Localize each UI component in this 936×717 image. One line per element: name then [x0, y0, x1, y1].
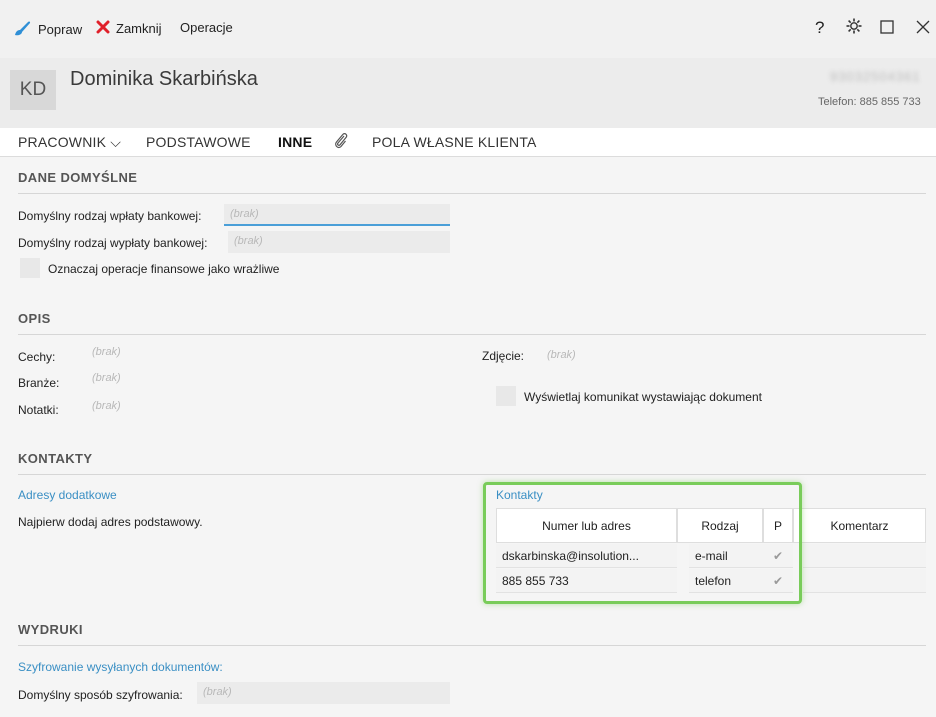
addresses-note: Najpierw dodaj adres podstawowy. — [18, 515, 203, 529]
show-message-label: Wyświetlaj komunikat wystawiając dokumen… — [524, 390, 762, 404]
close-x-icon — [96, 20, 110, 36]
notatki-label: Notatki: — [18, 403, 59, 417]
encryption-field[interactable]: (brak) — [197, 682, 450, 704]
paintbrush-icon — [14, 20, 32, 38]
close-record-button[interactable]: Zamknij — [96, 20, 162, 36]
operations-label: Operacje — [180, 20, 233, 35]
contact-row-comment[interactable] — [803, 569, 926, 593]
settings-gear-icon[interactable] — [846, 18, 862, 34]
operations-menu[interactable]: Operacje — [180, 20, 233, 35]
column-header-comment[interactable]: Komentarz — [793, 508, 926, 543]
maximize-icon[interactable] — [880, 20, 894, 34]
help-icon[interactable]: ? — [815, 18, 824, 38]
section-divider — [18, 193, 926, 194]
branze-label: Branże: — [18, 376, 60, 390]
contacts-highlight-frame — [483, 482, 802, 604]
sensitive-operations-label: Oznaczaj operacje finansowe jako wrażliw… — [48, 262, 280, 276]
toolbar: Popraw Zamknij Operacje ? — [0, 0, 936, 58]
tab-pracownik[interactable]: PRACOWNIK ⌵ — [18, 134, 121, 151]
attachment-paperclip-icon[interactable] — [334, 132, 348, 153]
withdraw-type-label: Domyślny rodzaj wypłaty bankowej: — [18, 236, 208, 250]
deposit-type-field[interactable]: (brak) — [224, 204, 450, 226]
person-name: Dominika Skarbińska — [70, 68, 258, 90]
tab-podstawowe[interactable]: PODSTAWOWE — [146, 134, 251, 150]
edit-label: Popraw — [38, 21, 83, 37]
section-title-dane-domyslne: DANE DOMYŚLNE — [18, 170, 138, 185]
withdraw-type-field[interactable]: (brak) — [228, 231, 450, 253]
cechy-value[interactable]: (brak) — [92, 346, 121, 358]
section-divider — [18, 334, 926, 335]
encryption-label: Domyślny sposób szyfrowania: — [18, 688, 183, 702]
branze-value[interactable]: (brak) — [92, 372, 121, 384]
section-divider — [18, 645, 926, 646]
show-message-checkbox[interactable] — [496, 386, 516, 406]
edit-button[interactable]: Popraw — [14, 20, 82, 38]
contact-row-comment[interactable] — [803, 544, 926, 568]
additional-addresses-link[interactable]: Adresy dodatkowe — [18, 488, 117, 502]
notatki-value[interactable]: (brak) — [92, 400, 121, 412]
header-phone: Telefon: 885 855 733 — [818, 96, 921, 108]
zdjecie-value[interactable]: (brak) — [547, 349, 576, 361]
tab-inne[interactable]: INNE — [278, 134, 312, 150]
window-close-icon[interactable] — [916, 20, 930, 34]
section-divider — [18, 474, 926, 475]
close-label: Zamknij — [116, 20, 162, 36]
section-title-wydruki: WYDRUKI — [18, 622, 83, 637]
deposit-type-label: Domyślny rodzaj wpłaty bankowej: — [18, 209, 202, 223]
zdjecie-label: Zdjęcie: — [482, 349, 525, 363]
avatar: KD — [10, 70, 56, 110]
sensitive-operations-checkbox[interactable] — [20, 258, 40, 278]
blurred-id-number: 93032504361 — [830, 69, 921, 84]
tab-bar: PRACOWNIK ⌵ PODSTAWOWE INNE POLA WŁASNE … — [0, 128, 936, 157]
tab-pola-wlasne-klienta[interactable]: POLA WŁASNE KLIENTA — [372, 134, 537, 150]
section-title-opis: OPIS — [18, 311, 51, 326]
section-title-kontakty: KONTAKTY — [18, 451, 93, 466]
encryption-link[interactable]: Szyfrowanie wysyłanych dokumentów: — [18, 660, 223, 674]
cechy-label: Cechy: — [18, 350, 56, 364]
